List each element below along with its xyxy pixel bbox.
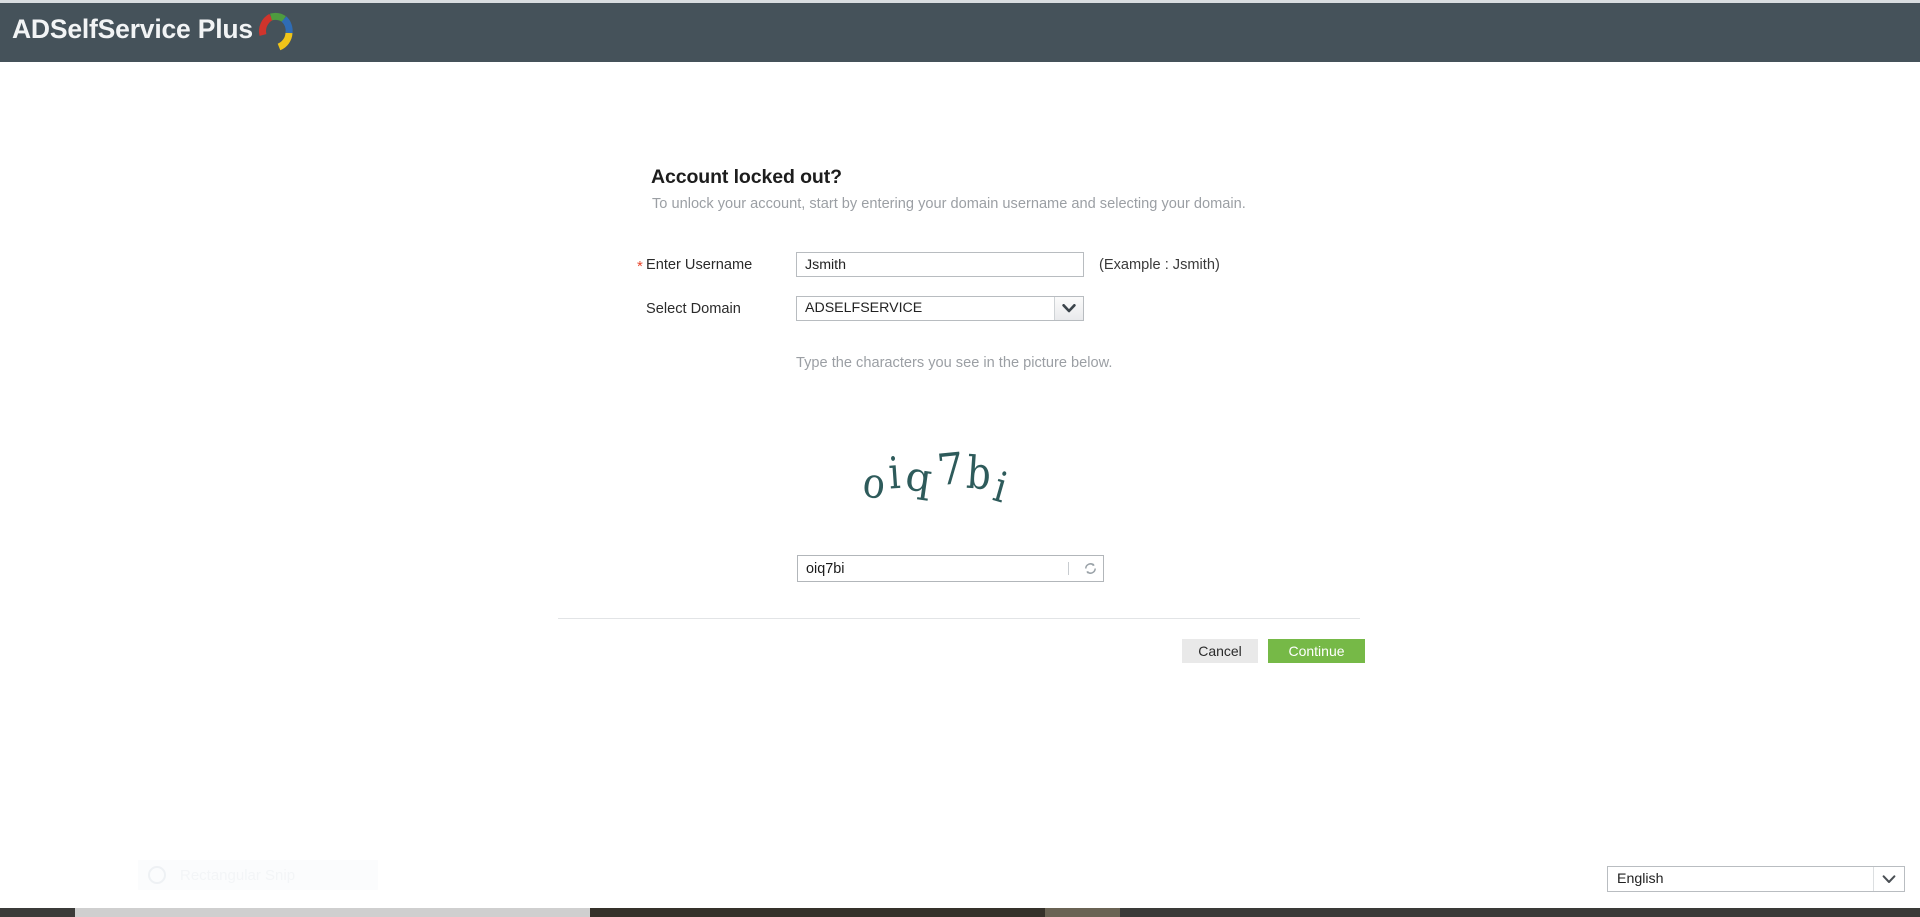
logo-swoosh-icon bbox=[257, 7, 297, 56]
snip-overlay-label: Rectangular Snip bbox=[180, 866, 296, 884]
continue-button[interactable]: Continue bbox=[1268, 639, 1365, 663]
captcha-char: i bbox=[988, 463, 1013, 513]
language-select[interactable]: English bbox=[1607, 866, 1905, 892]
captcha-char: b bbox=[964, 447, 993, 501]
page-title: Account locked out? bbox=[651, 166, 842, 188]
page-subtitle: To unlock your account, start by enterin… bbox=[652, 196, 1246, 212]
username-label-text: Enter Username bbox=[646, 256, 753, 273]
cancel-button[interactable]: Cancel bbox=[1182, 639, 1258, 663]
domain-label-text: Select Domain bbox=[646, 300, 741, 317]
taskbar-segment bbox=[75, 908, 590, 917]
form-divider bbox=[558, 618, 1360, 619]
domain-row: Select Domain ADSELFSERVICE bbox=[646, 296, 1084, 321]
chevron-down-icon[interactable] bbox=[1873, 867, 1904, 891]
domain-select[interactable]: ADSELFSERVICE bbox=[796, 296, 1084, 321]
captcha-char: o bbox=[860, 458, 888, 510]
username-input[interactable] bbox=[796, 252, 1084, 277]
captcha-instruction: Type the characters you see in the pictu… bbox=[796, 355, 1113, 371]
language-select-value: English bbox=[1617, 871, 1664, 887]
required-marker: * bbox=[637, 257, 643, 275]
domain-select-value: ADSELFSERVICE bbox=[805, 300, 923, 316]
captcha-input-group[interactable] bbox=[797, 555, 1104, 582]
camera-icon bbox=[148, 866, 166, 884]
captcha-char: q bbox=[902, 453, 935, 503]
captcha-divider bbox=[1068, 562, 1069, 575]
taskbar-remnant bbox=[0, 908, 1920, 917]
username-label: * Enter Username bbox=[637, 256, 796, 275]
domain-label: Select Domain bbox=[646, 301, 796, 317]
captcha-image: o i q 7 b i bbox=[860, 442, 1062, 513]
app-header: ADSelfService Plus bbox=[0, 3, 1920, 62]
taskbar-segment bbox=[590, 908, 1045, 917]
taskbar-segment bbox=[1120, 908, 1920, 917]
chevron-down-icon[interactable] bbox=[1054, 297, 1083, 320]
app-logo: ADSelfService Plus bbox=[12, 9, 297, 56]
captcha-char: 7 bbox=[934, 443, 967, 497]
username-example-hint: (Example : Jsmith) bbox=[1099, 256, 1220, 273]
app-logo-text: ADSelfService Plus bbox=[12, 14, 253, 44]
taskbar-segment bbox=[1045, 908, 1120, 917]
taskbar-segment bbox=[0, 908, 75, 917]
username-row: * Enter Username (Example : Jsmith) bbox=[637, 252, 1220, 277]
refresh-icon[interactable] bbox=[1077, 556, 1103, 581]
captcha-char: i bbox=[886, 448, 902, 500]
snip-overlay: Rectangular Snip bbox=[138, 860, 378, 890]
captcha-input[interactable] bbox=[798, 556, 1068, 581]
